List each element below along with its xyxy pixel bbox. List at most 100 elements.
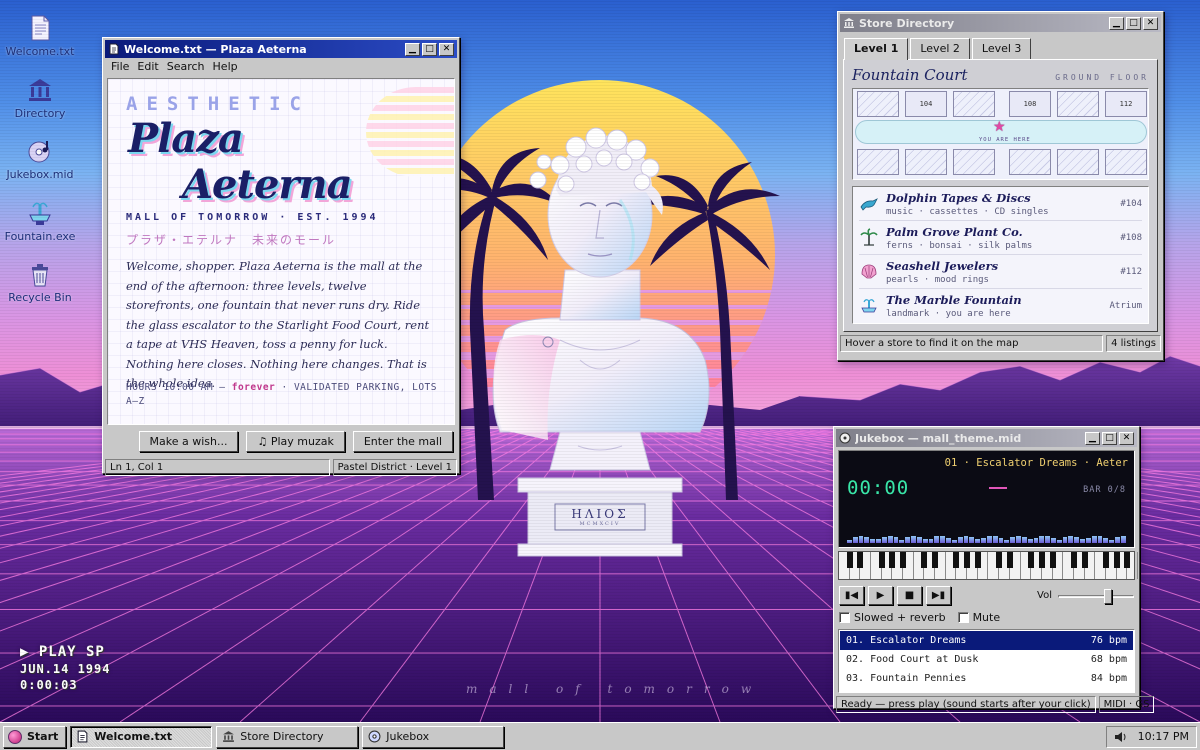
mute-option[interactable]: Mute [957, 611, 1000, 624]
piano-keyboard[interactable] [838, 551, 1138, 580]
bank-building-icon [29, 79, 51, 101]
close-button[interactable]: ✕ [1143, 16, 1158, 30]
window-title: Jukebox — mall_theme.mid [855, 431, 1022, 445]
play-button[interactable]: ▶ [868, 586, 893, 605]
map-store[interactable] [857, 91, 899, 117]
map-store[interactable] [1057, 149, 1099, 175]
close-button[interactable]: ✕ [1119, 431, 1134, 445]
task-welcome[interactable]: Welcome.txt [70, 725, 213, 748]
task-jukebox[interactable]: Jukebox [362, 725, 505, 748]
seashell-icon [861, 264, 877, 278]
japanese-subtitle: プラザ・エテルナ 未来のモール [126, 233, 337, 247]
start-button[interactable]: Start [3, 725, 67, 748]
hours-forever: forever [231, 382, 276, 393]
volume-slider[interactable] [1058, 588, 1134, 604]
slowed-reverb-option[interactable]: Slowed + reverb [839, 611, 946, 624]
system-tray: 10:17 PM [1105, 725, 1197, 748]
desktop-icon-directory[interactable]: Directory [4, 76, 76, 120]
slowed-reverb-checkbox[interactable] [839, 612, 850, 623]
close-button[interactable]: ✕ [439, 42, 454, 56]
taskbar: Start Welcome.txt Store Directory Jukebo… [0, 722, 1200, 750]
store-code: #112 [1120, 266, 1142, 277]
vhs-overlay: ▶ PLAY SP JUN.14 1994 0:00:03 [20, 644, 110, 692]
tab-level-3[interactable]: Level 3 [971, 38, 1032, 59]
bank-building-icon [844, 18, 854, 28]
tab-level-1[interactable]: Level 1 [844, 38, 909, 60]
transport-controls: ▮◀ ▶ ■ ▶▮ Vol [836, 580, 1137, 607]
menu-file[interactable]: File [107, 59, 133, 74]
map-store[interactable] [953, 91, 995, 117]
minimize-button[interactable]: ▁ [1109, 16, 1124, 30]
level-panel: Fountain Court GROUND FLOOR 104 108 112 … [843, 59, 1158, 332]
vhs-date: JUN.14 1994 [20, 662, 111, 676]
tab-level-2[interactable]: Level 2 [910, 38, 970, 59]
cursor-position: Ln 1, Col 1 [105, 459, 330, 476]
window-title: Welcome.txt — Plaza Aeterna [124, 42, 307, 56]
text-file-icon [109, 43, 119, 55]
skip-forward-icon: ▶▮ [931, 590, 946, 601]
vhs-counter: 0:00:03 [20, 678, 78, 692]
cd-music-icon [368, 730, 381, 743]
directory-titlebar[interactable]: Store Directory ▁ □ ✕ [840, 14, 1161, 32]
next-track-button[interactable]: ▶▮ [926, 586, 951, 605]
map-store[interactable] [1057, 91, 1099, 117]
map-store-108[interactable]: 108 [1009, 91, 1051, 117]
playlist-track[interactable]: 03. Fountain Pennies 84 bpm [840, 669, 1133, 688]
play-muzak-button[interactable]: ♫ Play muzak [246, 431, 345, 452]
enter-mall-button[interactable]: Enter the mall [352, 431, 453, 452]
desktop-icon-welcome[interactable]: Welcome.txt [4, 14, 76, 58]
listing-count: 4 listings [1106, 335, 1161, 352]
welcome-titlebar[interactable]: Welcome.txt — Plaza Aeterna ▁ □ ✕ [105, 40, 457, 58]
store-listing-seashell-jewelers[interactable]: Seashell Jewelers pearls · mood rings #1… [859, 255, 1142, 289]
maximize-button[interactable]: □ [422, 42, 437, 56]
map-store-104[interactable]: 104 [905, 91, 947, 117]
maximize-button[interactable]: □ [1126, 16, 1141, 30]
court-title: Fountain Court [852, 66, 968, 84]
minimize-button[interactable]: ▁ [405, 42, 420, 56]
track-marquee: 01 · Escalator Dreams · Aeter [944, 457, 1128, 469]
map-store[interactable] [905, 149, 947, 175]
floor-map: 104 108 112 ★ YOU ARE HERE [852, 88, 1149, 180]
document-area[interactable]: AESTHETIC Plaza Aeterna MALL OF TOMORROW… [107, 78, 455, 425]
volume-label: Vol [1037, 590, 1052, 601]
playlist-track[interactable]: 02. Food Court at Dusk 68 bpm [840, 650, 1133, 669]
store-directory-window[interactable]: Store Directory ▁ □ ✕ Level 1 Level 2 Le… [837, 11, 1164, 361]
fountain-icon [861, 299, 877, 313]
recycle-bin-icon [32, 264, 48, 287]
you-are-here-label: YOU ARE HERE [979, 137, 1031, 143]
jukebox-titlebar[interactable]: Jukebox — mall_theme.mid ▁ □ ✕ [836, 429, 1137, 447]
minimize-button[interactable]: ▁ [1085, 431, 1100, 445]
make-wish-button[interactable]: Make a wish... [138, 431, 239, 452]
title-line-1: Plaza [128, 115, 244, 162]
map-store[interactable] [1105, 149, 1147, 175]
statusbar: Hover a store to find it on the map 4 li… [840, 335, 1161, 352]
store-listing-dolphin-tapes[interactable]: Dolphin Tapes & Discs music · cassettes … [859, 187, 1142, 221]
map-store-112[interactable]: 112 [1105, 91, 1147, 117]
store-listing-palm-grove[interactable]: Palm Grove Plant Co. ferns · bonsai · si… [859, 221, 1142, 255]
maximize-button[interactable]: □ [1102, 431, 1117, 445]
speaker-icon[interactable] [1114, 731, 1128, 743]
map-store[interactable] [953, 149, 995, 175]
map-store[interactable] [1009, 149, 1051, 175]
ready-status: Ready — press play (sound starts after y… [836, 696, 1096, 713]
desktop-icon-fountain[interactable]: Fountain.exe [4, 199, 76, 243]
title-line-2: Aeterna [182, 161, 352, 208]
map-store[interactable] [857, 149, 899, 175]
desktop-icon-recycle-bin[interactable]: Recycle Bin [4, 260, 76, 304]
store-listing-marble-fountain[interactable]: The Marble Fountain landmark · you are h… [859, 289, 1142, 323]
volume-thumb[interactable] [1104, 588, 1113, 604]
statusbar: Ready — press play (sound starts after y… [836, 696, 1155, 713]
menu-edit[interactable]: Edit [133, 59, 162, 74]
previous-track-button[interactable]: ▮◀ [839, 586, 864, 605]
stop-button[interactable]: ■ [897, 586, 922, 605]
jukebox-window[interactable]: Jukebox — mall_theme.mid ▁ □ ✕ 01 · Esca… [833, 426, 1155, 713]
task-store-directory[interactable]: Store Directory [216, 725, 359, 748]
mute-checkbox[interactable] [957, 612, 969, 623]
welcome-window[interactable]: Welcome.txt — Plaza Aeterna ▁ □ ✕ File E… [102, 37, 460, 476]
playlist-track[interactable]: 01. Escalator Dreams 76 bpm [840, 631, 1133, 650]
menu-help[interactable]: Help [209, 59, 242, 74]
floor-tagline: mall of tomorrow [466, 682, 764, 696]
menu-search[interactable]: Search [163, 59, 209, 74]
hours-line: HOURS 10:00 AM — forever · VALIDATED PAR… [126, 382, 437, 407]
desktop-icon-jukebox[interactable]: Jukebox.mid [4, 137, 76, 181]
